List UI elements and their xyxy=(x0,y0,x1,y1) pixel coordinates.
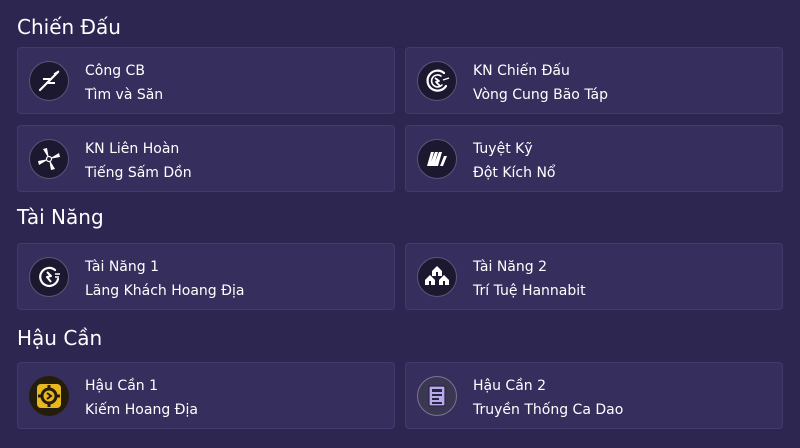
talent-card-1[interactable]: Tài Năng 1 Lãng Khách Hoang Địa xyxy=(17,243,395,310)
wanderer-lightning-icon xyxy=(29,257,69,297)
card-value: Tìm và Săn xyxy=(85,87,164,103)
card-label: Tài Năng 2 xyxy=(473,259,548,275)
slash-lightning-icon xyxy=(29,61,69,101)
card-value: Truyền Thống Ca Dao xyxy=(473,402,624,418)
section-title-talents: Tài Năng xyxy=(17,205,104,229)
burst-strike-icon xyxy=(417,139,457,179)
card-label: Công CB xyxy=(85,63,145,79)
card-value: Đột Kích Nổ xyxy=(473,165,556,181)
card-label: Hậu Cần 1 xyxy=(85,378,159,394)
card-label: Tuyệt Kỹ xyxy=(473,141,533,157)
section-title-combat: Chiến Đấu xyxy=(17,15,121,39)
skill-card-combo-skill[interactable]: KN Liên Hoàn Tiếng Sấm Dồn xyxy=(17,125,395,192)
card-value: Tiếng Sấm Dồn xyxy=(85,165,192,181)
card-value: Kiếm Hoang Địa xyxy=(85,402,198,418)
card-label: KN Liên Hoàn xyxy=(85,141,180,157)
houses-icon xyxy=(417,257,457,297)
section-title-logistics: Hậu Cần xyxy=(17,326,103,350)
skill-card-combat-skill[interactable]: KN Chiến Đấu Vòng Cung Bão Táp xyxy=(405,47,783,114)
talent-card-2[interactable]: Tài Năng 2 Trí Tuệ Hannabit xyxy=(405,243,783,310)
logistics-card-2[interactable]: Hậu Cần 2 Truyền Thống Ca Dao xyxy=(405,362,783,429)
spiral-blades-icon xyxy=(29,139,69,179)
card-label: Hậu Cần 2 xyxy=(473,378,547,394)
card-value: Vòng Cung Bão Táp xyxy=(473,87,609,103)
card-label: KN Chiến Đấu xyxy=(473,63,570,79)
document-icon xyxy=(417,376,457,416)
logistics-card-1[interactable]: Hậu Cần 1 Kiếm Hoang Địa xyxy=(17,362,395,429)
storm-arc-icon xyxy=(417,61,457,101)
gold-gear-icon xyxy=(29,376,69,416)
skill-card-basic-attack[interactable]: Công CB Tìm và Săn xyxy=(17,47,395,114)
card-value: Trí Tuệ Hannabit xyxy=(473,283,586,299)
card-label: Tài Năng 1 xyxy=(85,259,160,275)
skill-card-ultimate[interactable]: Tuyệt Kỹ Đột Kích Nổ xyxy=(405,125,783,192)
card-value: Lãng Khách Hoang Địa xyxy=(85,283,245,299)
